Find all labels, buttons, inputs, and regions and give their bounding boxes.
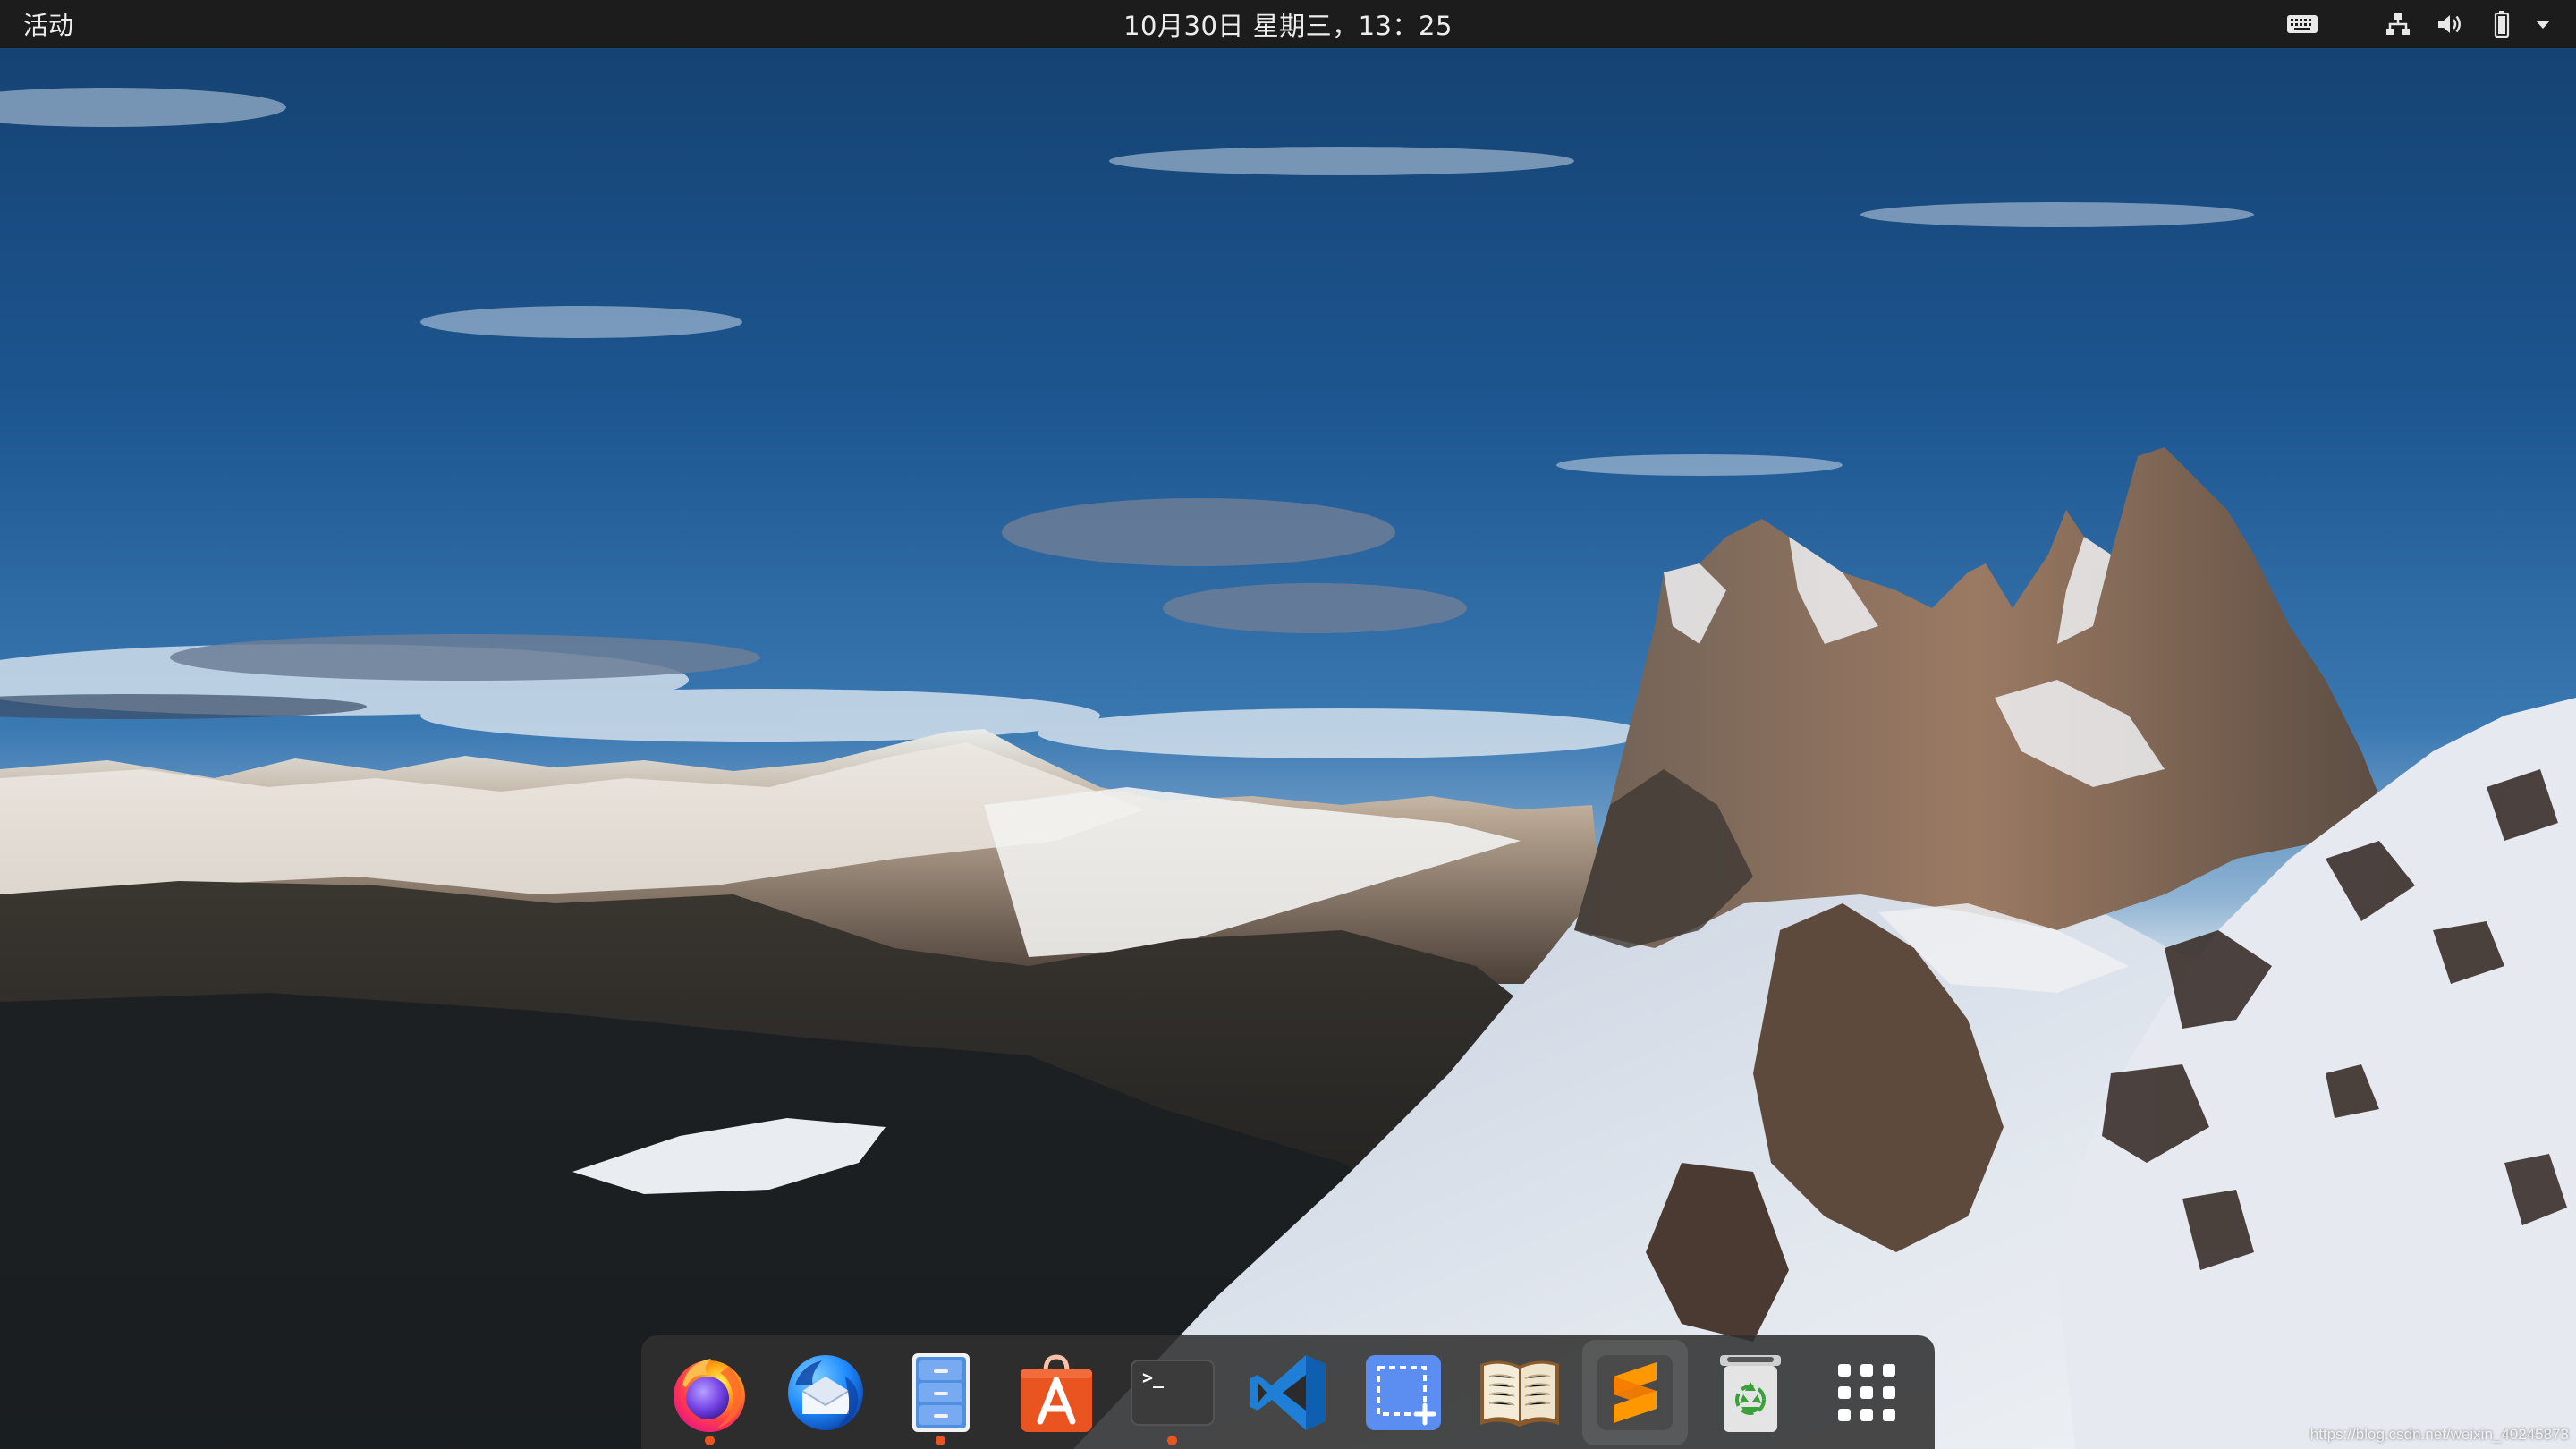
running-indicator — [704, 1435, 715, 1445]
dock-trash[interactable] — [1698, 1340, 1803, 1445]
keyboard-icon[interactable] — [2267, 0, 2338, 48]
dropdown-arrow-icon — [2528, 0, 2558, 48]
show-applications-button[interactable] — [1814, 1340, 1919, 1445]
trash-icon — [1720, 1354, 1782, 1432]
dock-vscode[interactable] — [1235, 1340, 1341, 1445]
book-icon — [1479, 1360, 1559, 1427]
battery-icon — [2476, 0, 2528, 48]
system-status-menu[interactable] — [2372, 0, 2576, 48]
terminal-icon: >_ — [1130, 1359, 1215, 1426]
dock-thunderbird[interactable] — [773, 1340, 878, 1445]
running-indicator — [1167, 1435, 1178, 1445]
dock-sublime-text[interactable] — [1581, 1339, 1688, 1445]
dock-ubuntu-software[interactable] — [1004, 1340, 1109, 1445]
dock-terminal[interactable]: >_ — [1120, 1340, 1225, 1445]
terminal-prompt: >_ — [1142, 1367, 1165, 1388]
activities-button[interactable]: 活动 — [0, 0, 97, 48]
dock: >_ — [641, 1335, 1935, 1449]
vscode-icon — [1250, 1354, 1326, 1430]
dock-screenshot[interactable] — [1351, 1340, 1456, 1445]
system-tray — [2267, 0, 2576, 48]
dock-reader[interactable] — [1467, 1340, 1572, 1445]
thunderbird-icon — [787, 1354, 863, 1430]
dock-files[interactable] — [888, 1340, 994, 1445]
app-grid-icon — [1837, 1363, 1895, 1421]
running-indicator — [936, 1435, 946, 1445]
firefox-icon — [674, 1358, 746, 1432]
screenshot-icon — [1366, 1354, 1442, 1430]
dock-firefox[interactable] — [657, 1340, 762, 1445]
volume-icon — [2424, 0, 2476, 48]
watermark-url: https://blog.csdn.net/weixin_40245873 — [2309, 1426, 2569, 1443]
network-icon — [2372, 0, 2424, 48]
software-store-icon — [1021, 1353, 1093, 1432]
top-bar: 活动 10月30日 星期三，13：25 — [0, 0, 2576, 48]
sublime-text-icon — [1597, 1354, 1673, 1430]
files-cabinet-icon — [911, 1352, 970, 1432]
desktop-wallpaper — [0, 0, 2576, 1449]
date-time-clock[interactable]: 10月30日 星期三，13：25 — [1123, 0, 1453, 48]
